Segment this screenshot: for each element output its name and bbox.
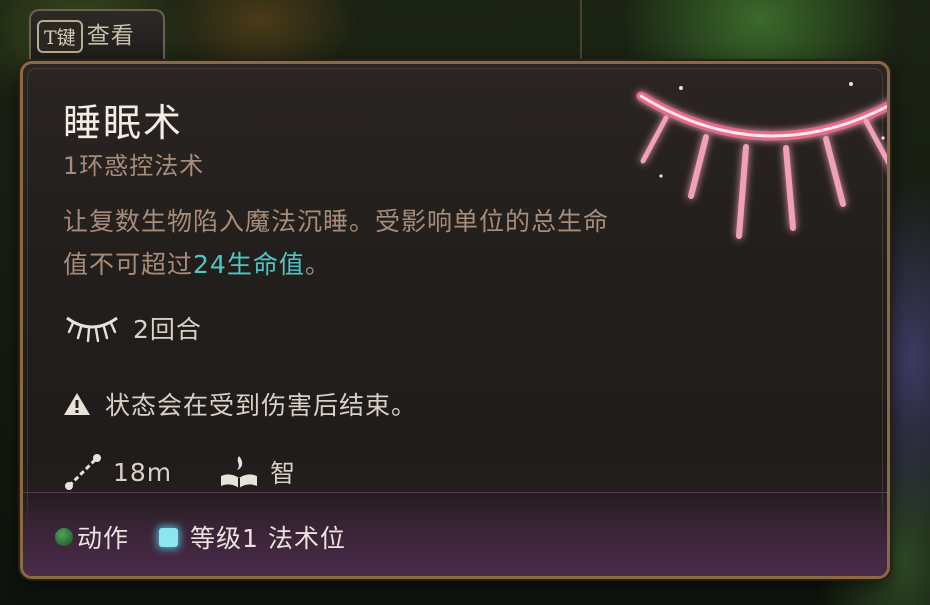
spell-slot-label: 等级1 法术位 bbox=[190, 524, 346, 553]
duration-value: 2回合 bbox=[133, 315, 202, 344]
spell-type: 1环惑控法术 bbox=[63, 152, 205, 180]
meta-row: 18m 智 bbox=[63, 452, 296, 492]
closed-eye-icon bbox=[66, 316, 118, 343]
spell-name: 睡眠术 bbox=[63, 101, 184, 145]
description-text: 让复数生物陷入魔法沉睡。受影响单位的总生命值不可超过 bbox=[63, 207, 610, 279]
cost-row: 动作 等级1 法术位 bbox=[55, 519, 346, 555]
tooltip-footer: 动作 等级1 法术位 bbox=[23, 492, 887, 576]
spell-tooltip: 睡眠术 1环惑控法术 让复数生物陷入魔法沉睡。受影响单位的总生命值不可超过24生… bbox=[20, 61, 890, 579]
warning-text: 状态会在受到伤害后结束。 bbox=[105, 391, 418, 420]
spell-description: 让复数生物陷入魔法沉睡。受影响单位的总生命值不可超过24生命值。 bbox=[63, 200, 623, 286]
spellbook-save-icon bbox=[221, 456, 258, 488]
action-label: 动作 bbox=[77, 524, 130, 553]
description-end: 。 bbox=[304, 250, 331, 279]
save-ability: 智 bbox=[270, 459, 297, 488]
spell-slot-icon bbox=[159, 527, 179, 547]
action-dot-icon bbox=[55, 528, 73, 546]
closed-eye-spell-art-icon bbox=[636, 82, 887, 239]
inspect-key-hint[interactable]: T键 查看 bbox=[29, 9, 165, 67]
range-icon bbox=[65, 454, 101, 490]
warning-row: 状态会在受到伤害后结束。 bbox=[63, 386, 417, 422]
warning-triangle-icon bbox=[64, 393, 90, 415]
key-cap: T键 bbox=[37, 20, 83, 53]
background-divider bbox=[580, 0, 582, 62]
duration-row: 2回合 bbox=[63, 310, 202, 346]
key-hint-label: 查看 bbox=[86, 23, 135, 49]
range-value: 18m bbox=[113, 457, 173, 487]
description-highlight: 24生命值 bbox=[193, 250, 305, 279]
